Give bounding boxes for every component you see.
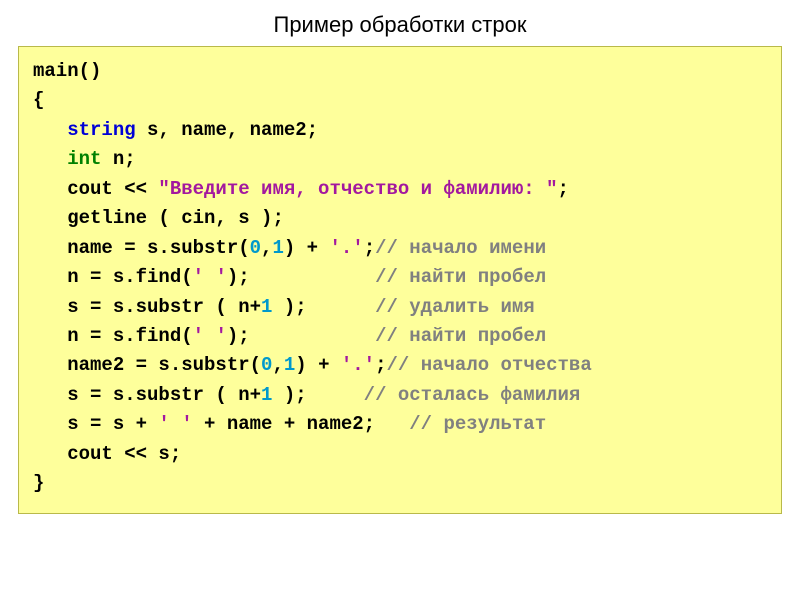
code-text: s, name, name2; [136, 119, 318, 141]
code-text: ; [558, 178, 569, 200]
number-literal: 1 [272, 237, 283, 259]
code-line: cout << s; [33, 443, 181, 465]
code-text: ); [272, 384, 363, 406]
code-text: ); [227, 325, 375, 347]
comment: // найти пробел [375, 325, 546, 347]
keyword-string: string [67, 119, 135, 141]
code-text: name2 = s.substr( [33, 354, 261, 376]
code-text: s = s.substr ( n+ [33, 296, 261, 318]
char-literal: '.' [341, 354, 375, 376]
code-text: ); [227, 266, 375, 288]
comment: // результат [409, 413, 546, 435]
code-text: n = s.find( [33, 266, 193, 288]
keyword-int: int [67, 148, 101, 170]
code-line: { [33, 89, 44, 111]
char-literal: ' ' [158, 413, 192, 435]
comment: // удалить имя [375, 296, 535, 318]
code-line: main() [33, 60, 101, 82]
char-literal: ' ' [193, 325, 227, 347]
code-block: main() { string s, name, name2; int n; c… [18, 46, 782, 514]
code-text: ) + [295, 354, 341, 376]
number-literal: 0 [261, 354, 272, 376]
code-text: , [272, 354, 283, 376]
number-literal: 1 [284, 354, 295, 376]
code-text: ; [375, 354, 386, 376]
comment: // начало имени [375, 237, 546, 259]
comment: // найти пробел [375, 266, 546, 288]
code-text: ; [364, 237, 375, 259]
code-text: ); [272, 296, 375, 318]
comment: // начало отчества [387, 354, 592, 376]
code-line: getline ( cin, s ); [33, 207, 284, 229]
code-line: } [33, 472, 44, 494]
code-text: ) + [284, 237, 330, 259]
code-text: name = s.substr( [33, 237, 250, 259]
number-literal: 1 [261, 384, 272, 406]
code-text: n = s.find( [33, 325, 193, 347]
number-literal: 1 [261, 296, 272, 318]
code-text: , [261, 237, 272, 259]
code-text: s = s + [33, 413, 158, 435]
comment: // осталась фамилия [364, 384, 581, 406]
char-literal: '.' [329, 237, 363, 259]
code-text: s = s.substr ( n+ [33, 384, 261, 406]
code-text: + name + name2; [193, 413, 410, 435]
code-text: cout << [33, 178, 158, 200]
slide-title: Пример обработки строк [0, 12, 800, 38]
code-text: n; [101, 148, 135, 170]
number-literal: 0 [250, 237, 261, 259]
char-literal: ' ' [193, 266, 227, 288]
string-literal: "Введите имя, отчество и фамилию: " [158, 178, 557, 200]
